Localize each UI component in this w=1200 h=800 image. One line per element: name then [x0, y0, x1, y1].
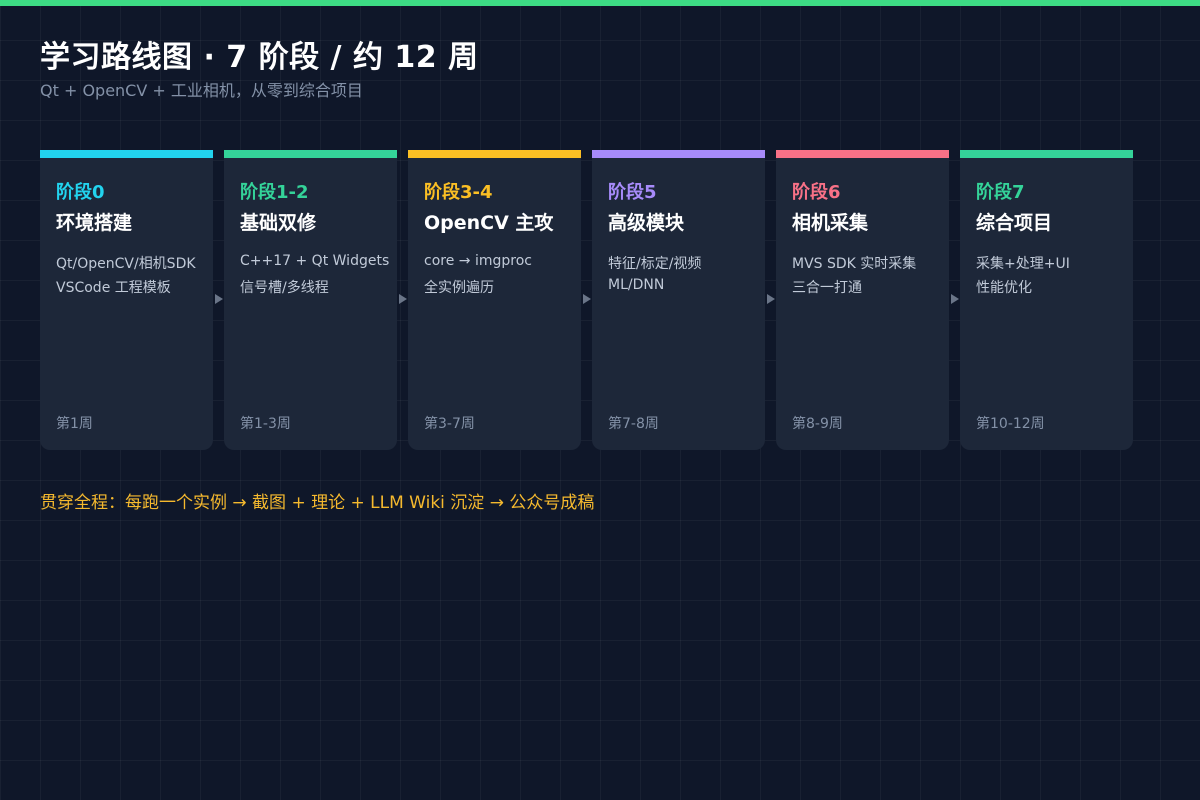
stage-label: 阶段5 [608, 182, 657, 203]
stage-title: 相机采集 [792, 212, 869, 234]
stage-detail-line: MVS SDK 实时采集 [792, 256, 917, 272]
stage-detail-line: core → imgproc [424, 253, 532, 269]
stage-label: 阶段7 [976, 182, 1025, 203]
stage-detail-line: 三合一打通 [792, 280, 862, 296]
stage-title: 环境搭建 [56, 212, 133, 234]
stage-detail-line: 全实例遍历 [424, 280, 494, 296]
stage-title: 高级模块 [608, 212, 685, 234]
page-title: 学习路线图 · 7 阶段 / 约 12 周 [40, 40, 479, 75]
stage-label: 阶段0 [56, 182, 105, 203]
stage-accent-bar [40, 150, 213, 158]
stage-card-4: 阶段6 相机采集 MVS SDK 实时采集 三合一打通 第8-9周 [776, 150, 949, 450]
stage-accent-bar [960, 150, 1133, 158]
stage-card-0: 阶段0 环境搭建 Qt/OpenCV/相机SDK VSCode 工程模板 第1周 [40, 150, 213, 450]
arrow-right-icon [767, 294, 775, 304]
stage-week: 第1周 [56, 416, 93, 432]
stage-week: 第1-3周 [240, 416, 291, 432]
arrow-right-icon [399, 294, 407, 304]
arrow-right-icon [583, 294, 591, 304]
stage-detail-line: C++17 + Qt Widgets [240, 253, 390, 269]
stage-timeline: 阶段0 环境搭建 Qt/OpenCV/相机SDK VSCode 工程模板 第1周… [40, 150, 1133, 450]
stage-card-5: 阶段7 综合项目 采集+处理+UI 性能优化 第10-12周 [960, 150, 1133, 450]
stage-card-2: 阶段3-4 OpenCV 主攻 core → imgproc 全实例遍历 第3-… [408, 150, 581, 450]
stage-card-3: 阶段5 高级模块 特征/标定/视频 ML/DNN 第7-8周 [592, 150, 765, 450]
stage-detail-line: Qt/OpenCV/相机SDK [56, 256, 196, 272]
arrow-right-icon [215, 294, 223, 304]
footer-note: 贯穿全程：每跑一个实例 → 截图 + 理论 + LLM Wiki 沉淀 → 公众… [40, 493, 595, 513]
stage-label: 阶段6 [792, 182, 841, 203]
stage-card-1: 阶段1-2 基础双修 C++17 + Qt Widgets 信号槽/多线程 第1… [224, 150, 397, 450]
stage-week: 第10-12周 [976, 416, 1045, 432]
stage-label: 阶段1-2 [240, 182, 309, 203]
stage-label: 阶段3-4 [424, 182, 493, 203]
stage-title: OpenCV 主攻 [424, 212, 554, 234]
arrow-right-icon [951, 294, 959, 304]
stage-week: 第3-7周 [424, 416, 475, 432]
stage-detail-line: 信号槽/多线程 [240, 280, 329, 296]
page-subtitle: Qt + OpenCV + 工业相机，从零到综合项目 [40, 81, 363, 100]
stage-detail-line: 性能优化 [976, 280, 1032, 296]
top-accent-bar [0, 0, 1200, 6]
stage-detail-line: ML/DNN [608, 277, 665, 293]
stage-accent-bar [408, 150, 581, 158]
stage-detail-line: 特征/标定/视频 [608, 256, 702, 272]
stage-accent-bar [592, 150, 765, 158]
stage-week: 第8-9周 [792, 416, 843, 432]
stage-accent-bar [224, 150, 397, 158]
stage-title: 综合项目 [976, 212, 1053, 234]
stage-week: 第7-8周 [608, 416, 659, 432]
stage-detail-line: 采集+处理+UI [976, 256, 1070, 272]
stage-title: 基础双修 [240, 212, 317, 234]
stage-accent-bar [776, 150, 949, 158]
stage-detail-line: VSCode 工程模板 [56, 280, 171, 296]
